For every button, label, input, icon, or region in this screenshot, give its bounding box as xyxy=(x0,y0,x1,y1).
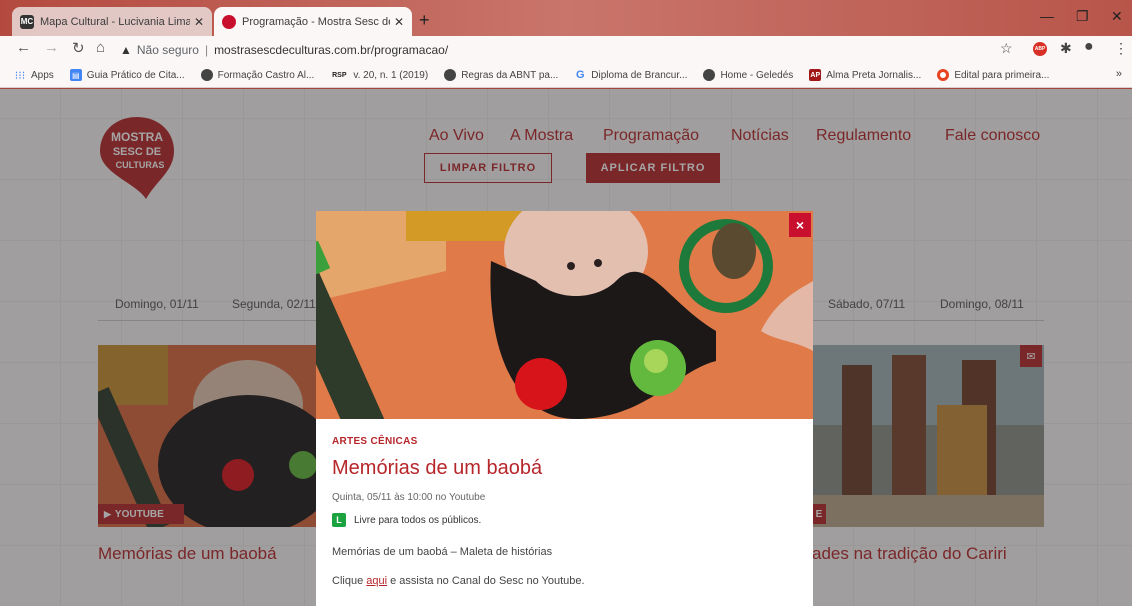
tab-close-icon[interactable]: ✕ xyxy=(394,15,404,29)
close-window-icon[interactable]: ✕ xyxy=(1111,8,1123,25)
event-date: Quinta, 05/11 às 10:00 no Youtube xyxy=(332,492,486,503)
globe-icon xyxy=(200,69,213,81)
cta-prefix: Clique xyxy=(332,575,367,587)
tab-programacao[interactable]: Programação - Mostra Sesc de C ✕ xyxy=(214,7,412,36)
event-category: ARTES CÊNICAS xyxy=(332,436,418,447)
red-circle-icon xyxy=(937,69,950,81)
bookmarks-bar: ⁝⁝⁝ Apps ▤ Guia Prático de Cita... Forma… xyxy=(0,63,1132,88)
mapa-cultural-favicon-icon: MC xyxy=(20,14,34,29)
menu-kebab-icon[interactable]: ⋮ xyxy=(1114,40,1128,57)
age-rating-label: Livre para todos os públicos. xyxy=(354,514,482,526)
globe-icon xyxy=(444,69,457,81)
age-rating: L Livre para todos os públicos. xyxy=(332,513,481,527)
bookmark-label: v. 20, n. 1 (2019) xyxy=(353,69,429,81)
address-bar-row: ← → ↻ ⌂ ▲ Não seguro | mostrasescdecultu… xyxy=(0,36,1132,63)
bookmark-abnt[interactable]: Regras da ABNT pa... xyxy=(444,69,558,81)
cta-suffix: e assista no Canal do Sesc no Youtube. xyxy=(387,575,585,587)
browser-tab-strip: MC Mapa Cultural - Lucivania Lima - ✕ Pr… xyxy=(0,0,1132,36)
bookmark-gelede[interactable]: Home - Geledés xyxy=(703,69,793,81)
extensions-puzzle-icon[interactable]: ✱ xyxy=(1060,40,1072,57)
modal-close-button[interactable]: × xyxy=(789,213,811,237)
bookmark-rsp[interactable]: RSP v. 20, n. 1 (2019) xyxy=(330,69,428,81)
rsp-icon: RSP xyxy=(332,71,347,79)
book-icon: ▤ xyxy=(69,69,82,81)
youtube-link[interactable]: aqui xyxy=(366,575,387,587)
omnibox-separator: | xyxy=(204,42,209,57)
new-tab-plus-icon[interactable]: + xyxy=(419,10,430,31)
bookmark-label: Apps xyxy=(31,69,54,81)
bookmark-label: Diploma de Brancur... xyxy=(591,69,688,81)
tab-title: Mapa Cultural - Lucivania Lima - xyxy=(40,15,190,28)
event-modal: × ARTES CÊNICAS Memórias de um baobá Qui… xyxy=(316,211,813,606)
minimize-icon[interactable]: — xyxy=(1040,8,1054,24)
bookmark-label: Home - Geledés xyxy=(720,69,794,81)
forward-arrow-icon[interactable]: → xyxy=(44,39,59,56)
event-cta: Clique aqui e assista no Canal do Sesc n… xyxy=(332,575,585,587)
profile-avatar-icon[interactable]: ● xyxy=(1084,38,1094,56)
bookmark-alma-preta[interactable]: AP Alma Preta Jornalis... xyxy=(809,69,921,81)
event-title: Memórias de um baobá xyxy=(332,457,543,479)
back-arrow-icon[interactable]: ← xyxy=(16,39,31,56)
bookmark-label: Alma Preta Jornalis... xyxy=(826,69,922,81)
security-label[interactable]: Não seguro xyxy=(137,43,199,57)
bookmark-formacao[interactable]: Formação Castro Al... xyxy=(200,69,315,81)
tab-close-icon[interactable]: ✕ xyxy=(194,15,204,29)
home-icon[interactable]: ⌂ xyxy=(96,39,105,56)
bookmark-edital[interactable]: Edital para primeira... xyxy=(937,69,1049,81)
age-rating-icon: L xyxy=(332,513,346,527)
tab-mapa-cultural[interactable]: MC Mapa Cultural - Lucivania Lima - ✕ xyxy=(12,7,212,36)
apps-grid-icon: ⁝⁝⁝ xyxy=(14,69,26,82)
bookmark-label: Edital para primeira... xyxy=(954,69,1050,81)
google-icon: G xyxy=(576,69,585,81)
url-text[interactable]: mostrasescdeculturas.com.br/programacao/ xyxy=(214,43,448,57)
restore-window-icon[interactable]: ❐ xyxy=(1076,8,1089,25)
bookmark-diploma[interactable]: G Diploma de Brancur... xyxy=(574,69,687,81)
bookmark-label: Regras da ABNT pa... xyxy=(461,69,559,81)
event-description: Memórias de um baobá – Maleta de históri… xyxy=(332,546,553,558)
bookmark-apps[interactable]: ⁝⁝⁝ Apps xyxy=(14,69,54,82)
event-modal-image xyxy=(316,211,813,419)
ap-icon: AP xyxy=(809,69,822,81)
adblock-extension-icon[interactable]: ABP xyxy=(1033,42,1047,56)
mostra-sesc-favicon-icon xyxy=(222,14,236,29)
globe-icon xyxy=(703,69,716,81)
bookmark-label: Guia Prático de Cita... xyxy=(86,69,185,81)
bookmarks-overflow-chevron-icon[interactable]: » xyxy=(1116,68,1122,80)
bookmark-guia-pratico[interactable]: ▤ Guia Prático de Cita... xyxy=(69,69,185,81)
bookmark-label: Formação Castro Al... xyxy=(217,69,315,81)
tab-title: Programação - Mostra Sesc de C xyxy=(242,15,390,28)
warning-triangle-icon[interactable]: ▲ xyxy=(120,43,132,57)
omnibox[interactable]: ▲ Não seguro | mostrasescdeculturas.com.… xyxy=(120,38,1020,61)
reload-icon[interactable]: ↻ xyxy=(72,39,85,57)
bookmark-star-icon[interactable]: ☆ xyxy=(1000,40,1013,57)
